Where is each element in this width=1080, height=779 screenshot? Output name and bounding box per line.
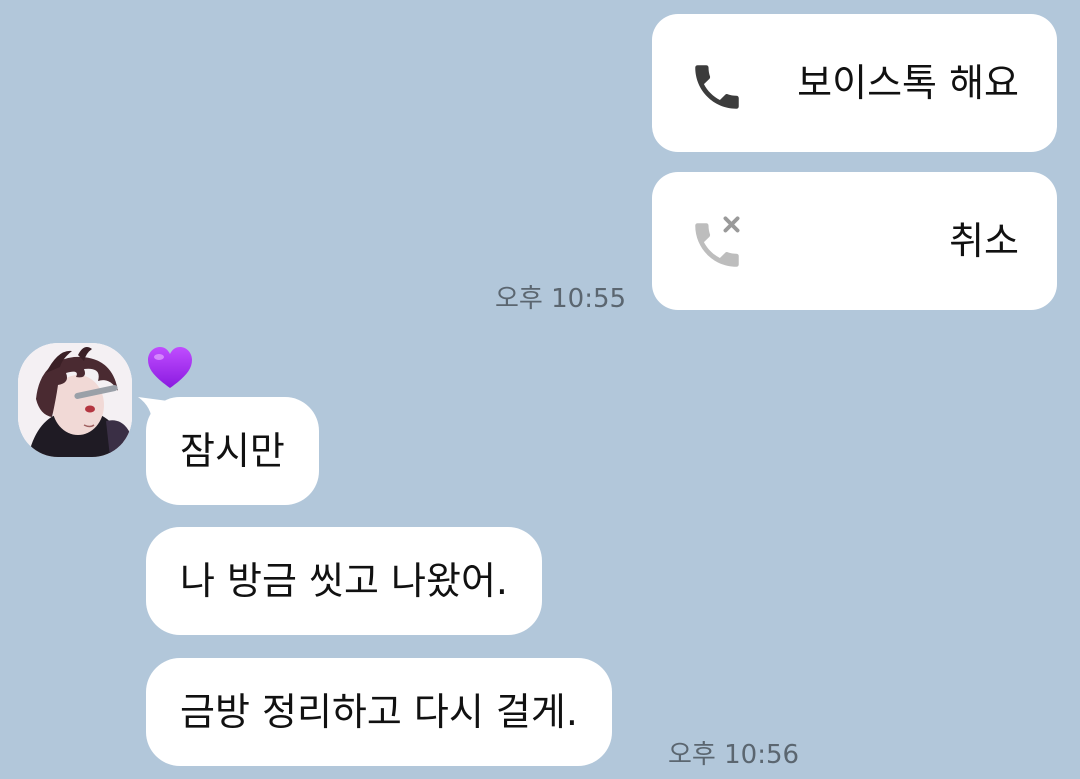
incoming-message[interactable]: 나 방금 씻고 나왔어. <box>146 527 542 635</box>
cancelled-call-bubble[interactable]: 취소 <box>652 172 1057 310</box>
profile-avatar[interactable] <box>18 343 132 457</box>
message-text: 잠시만 <box>180 429 285 473</box>
call-bubble-label: 보이스톡 해요 <box>797 61 1019 105</box>
message-text: 금방 정리하고 다시 걸게. <box>180 690 578 734</box>
call-bubble-label: 취소 <box>949 219 1019 263</box>
incoming-message[interactable]: 금방 정리하고 다시 걸게. <box>146 658 612 766</box>
voice-talk-call-bubble[interactable]: 보이스톡 해요 <box>652 14 1057 152</box>
message-timestamp: 오후 10:55 <box>495 284 627 314</box>
incoming-message[interactable]: 잠시만 <box>146 397 319 505</box>
phone-cancelled-icon <box>688 216 746 274</box>
message-timestamp: 오후 10:56 <box>668 740 800 770</box>
message-text: 나 방금 씻고 나왔어. <box>180 559 508 603</box>
purple-heart-icon <box>146 346 194 390</box>
phone-icon <box>688 58 746 116</box>
